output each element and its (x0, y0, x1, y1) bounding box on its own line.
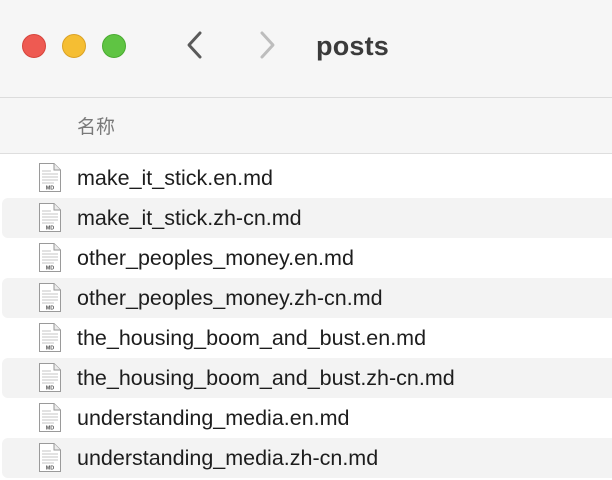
file-type-label: MD (46, 306, 55, 312)
file-row[interactable]: MD understanding_media.zh-cn.md (0, 438, 612, 478)
zoom-window-button[interactable] (102, 34, 126, 58)
file-name: other_peoples_money.en.md (77, 246, 354, 270)
file-row[interactable]: MD the_housing_boom_and_bust.zh-cn.md (0, 358, 612, 398)
forward-button[interactable] (251, 28, 283, 62)
markdown-file-icon: MD (39, 363, 61, 392)
markdown-file-icon: MD (39, 163, 61, 192)
close-window-button[interactable] (22, 34, 46, 58)
markdown-file-icon: MD (39, 243, 61, 272)
file-list: MD make_it_stick.en.md MD make_it_stick.… (0, 158, 612, 478)
markdown-file-icon: MD (39, 283, 61, 312)
markdown-file-icon: MD (39, 403, 61, 432)
file-row[interactable]: MD other_peoples_money.en.md (0, 238, 612, 278)
markdown-file-icon: MD (39, 443, 61, 472)
file-name: make_it_stick.en.md (77, 166, 273, 190)
file-name: understanding_media.zh-cn.md (77, 446, 379, 470)
file-name: other_peoples_money.zh-cn.md (77, 286, 383, 310)
file-name: the_housing_boom_and_bust.zh-cn.md (77, 366, 455, 390)
file-row[interactable]: MD make_it_stick.en.md (0, 158, 612, 198)
markdown-file-icon: MD (39, 203, 61, 232)
name-column-header[interactable]: 名称 (77, 112, 115, 139)
file-row[interactable]: MD other_peoples_money.zh-cn.md (0, 278, 612, 318)
file-type-label: MD (46, 266, 55, 272)
file-type-label: MD (46, 386, 55, 392)
file-name: understanding_media.en.md (77, 406, 350, 430)
file-name: the_housing_boom_and_bust.en.md (77, 326, 427, 350)
file-row[interactable]: MD understanding_media.en.md (0, 398, 612, 438)
chevron-right-icon (260, 31, 275, 59)
file-row[interactable]: MD make_it_stick.zh-cn.md (0, 198, 612, 238)
column-header-bar: 名称 (0, 98, 612, 154)
markdown-file-icon: MD (39, 323, 61, 352)
file-type-label: MD (46, 226, 55, 232)
file-type-label: MD (46, 426, 55, 432)
back-button[interactable] (179, 28, 211, 62)
minimize-window-button[interactable] (62, 34, 86, 58)
file-name: make_it_stick.zh-cn.md (77, 206, 302, 230)
file-type-label: MD (46, 466, 55, 472)
title-bar: posts (0, 0, 612, 98)
chevron-left-icon (187, 31, 202, 59)
file-row[interactable]: MD the_housing_boom_and_bust.en.md (0, 318, 612, 358)
file-type-label: MD (46, 186, 55, 192)
finder-window: posts 名称 MD make_it_stick.en.md MD make_… (0, 0, 612, 480)
file-type-label: MD (46, 346, 55, 352)
window-title: posts (316, 31, 390, 61)
